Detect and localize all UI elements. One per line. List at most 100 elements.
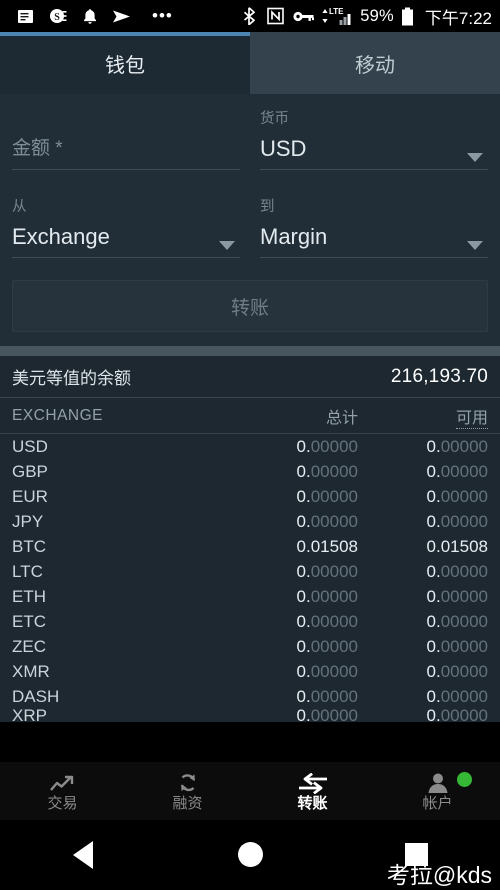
row-symbol: GBP xyxy=(12,461,48,481)
row-available: 0.00000 xyxy=(426,586,488,606)
send-icon xyxy=(112,7,131,26)
row-total: 0.00000 xyxy=(296,511,358,531)
tab-wallet-label: 钱包 xyxy=(105,54,145,77)
trend-up-icon xyxy=(49,770,76,794)
row-symbol: XRP xyxy=(12,709,47,722)
from-label: 从 xyxy=(12,199,27,215)
status-bar: S ••• LTE 59% 下午7:22 xyxy=(0,0,500,32)
table-row[interactable]: XMR 0.00000 0.00000 xyxy=(0,659,500,684)
tab-bar: 钱包 移动 xyxy=(0,32,500,94)
row-symbol: ETC xyxy=(12,611,46,631)
row-available: 0.00000 xyxy=(426,436,488,456)
exchange-balances-table[interactable]: EXCHANGE 总计 可用 USD 0.00000 0.00000 GBP 0.000… xyxy=(0,398,500,722)
table-row[interactable]: ETC 0.00000 0.00000 xyxy=(0,609,500,634)
tab-wallet[interactable]: 钱包 xyxy=(0,32,250,94)
row-available: 0.00000 xyxy=(426,461,488,481)
nav-item-transfer[interactable]: 转账 xyxy=(250,762,375,820)
header-available: 可用 xyxy=(455,409,488,429)
transfer-form: 金额 金额 * 货币 USD 从 Exchange 到 Margin xyxy=(0,94,500,274)
table-row[interactable]: XRP 0.00000 0.00000 xyxy=(0,709,500,722)
transfer-submit-button[interactable]: 转账 xyxy=(12,280,488,332)
from-value: Exchange xyxy=(12,224,110,249)
swiftkey-s-icon: S xyxy=(48,7,67,26)
usd-equivalent-balance-row: 美元等值的余额 216,193.70 xyxy=(0,356,500,398)
table-header-row: EXCHANGE 总计 可用 xyxy=(0,398,500,434)
status-bar-right-icons: LTE 59% 下午7:22 xyxy=(240,4,492,29)
row-total: 0.00000 xyxy=(296,636,358,656)
row-available: 0.01508 xyxy=(426,536,488,556)
row-total: 0.01508 xyxy=(296,536,358,556)
amount-field[interactable]: 金额 金额 * xyxy=(12,110,240,176)
table-row[interactable]: USD 0.00000 0.00000 xyxy=(0,434,500,459)
watermark-label: 考拉@kds xyxy=(386,862,492,888)
tab-move[interactable]: 移动 xyxy=(250,32,500,94)
amount-underline xyxy=(12,169,240,170)
table-row[interactable]: EUR 0.00000 0.00000 xyxy=(0,484,500,509)
row-symbol: JPY xyxy=(12,511,44,531)
bell-icon xyxy=(80,7,99,26)
document-icon xyxy=(16,7,35,26)
table-row[interactable]: DASH 0.00000 0.00000 xyxy=(0,684,500,709)
nav-item-trade-label: 交易 xyxy=(47,795,78,812)
currency-label: 货币 xyxy=(260,111,289,127)
row-symbol: DASH xyxy=(12,686,60,706)
chevron-down-icon[interactable] xyxy=(219,241,235,250)
bottom-navigation: 交易 融资 转账 帐户 xyxy=(0,762,500,820)
nav-item-trade[interactable]: 交易 xyxy=(0,762,125,820)
row-symbol: EUR xyxy=(12,486,48,506)
row-symbol: ETH xyxy=(12,586,46,606)
system-home-button[interactable] xyxy=(167,842,334,867)
to-underline xyxy=(260,257,488,258)
vpn-key-icon xyxy=(292,7,314,26)
currency-underline xyxy=(260,169,488,170)
table-row[interactable]: GBP 0.00000 0.00000 xyxy=(0,459,500,484)
balance-label: 美元等值的余额 xyxy=(12,369,131,388)
row-available: 0.00000 xyxy=(426,709,488,722)
header-symbol: EXCHANGE xyxy=(12,406,103,424)
currency-select[interactable]: 货币 USD xyxy=(260,110,488,176)
row-total: 0.00000 xyxy=(296,436,358,456)
transfer-arrows-icon xyxy=(298,770,327,794)
row-symbol: ZEC xyxy=(12,636,46,656)
row-total: 0.00000 xyxy=(296,461,358,481)
row-available: 0.00000 xyxy=(426,636,488,656)
chevron-down-icon[interactable] xyxy=(467,241,483,250)
to-label: 到 xyxy=(260,199,275,215)
amount-placeholder: 金额 * xyxy=(12,138,63,159)
currency-value: USD xyxy=(260,136,307,161)
battery-percent-label: 59% xyxy=(360,6,394,25)
nav-item-funding[interactable]: 融资 xyxy=(125,762,250,820)
balance-value: 216,193.70 xyxy=(390,365,488,387)
table-row[interactable]: ETH 0.00000 0.00000 xyxy=(0,584,500,609)
svg-text:LTE: LTE xyxy=(329,7,344,16)
row-symbol: BTC xyxy=(12,536,46,556)
chevron-down-icon[interactable] xyxy=(467,153,483,162)
header-total: 总计 xyxy=(325,409,358,427)
table-row[interactable]: ZEC 0.00000 0.00000 xyxy=(0,634,500,659)
row-available: 0.00000 xyxy=(426,511,488,531)
row-symbol: LTC xyxy=(12,561,43,581)
row-total: 0.00000 xyxy=(296,661,358,681)
table-row[interactable]: BTC 0.01508 0.01508 xyxy=(0,534,500,559)
more-dots-icon: ••• xyxy=(152,6,173,25)
battery-icon xyxy=(401,7,415,26)
system-back-button[interactable] xyxy=(0,840,167,869)
svg-text:S: S xyxy=(54,12,60,23)
row-symbol: USD xyxy=(12,436,48,456)
table-row[interactable]: LTC 0.00000 0.00000 xyxy=(0,559,500,584)
from-select[interactable]: 从 Exchange xyxy=(12,198,240,264)
row-available: 0.00000 xyxy=(426,486,488,506)
section-divider xyxy=(0,346,500,356)
nav-item-transfer-label: 转账 xyxy=(297,795,328,812)
tab-move-label: 移动 xyxy=(355,54,395,77)
row-available: 0.00000 xyxy=(426,686,488,706)
table-row[interactable]: JPY 0.00000 0.00000 xyxy=(0,509,500,534)
transfer-submit-label: 转账 xyxy=(230,297,269,319)
to-select[interactable]: 到 Margin xyxy=(260,198,488,264)
row-total: 0.00000 xyxy=(296,686,358,706)
clock-label: 下午7:22 xyxy=(424,8,492,28)
back-triangle-icon xyxy=(73,840,94,869)
nav-item-account[interactable]: 帐户 xyxy=(375,762,500,820)
to-value: Margin xyxy=(260,224,328,249)
form-row-from-to: 从 Exchange 到 Margin xyxy=(12,198,488,264)
